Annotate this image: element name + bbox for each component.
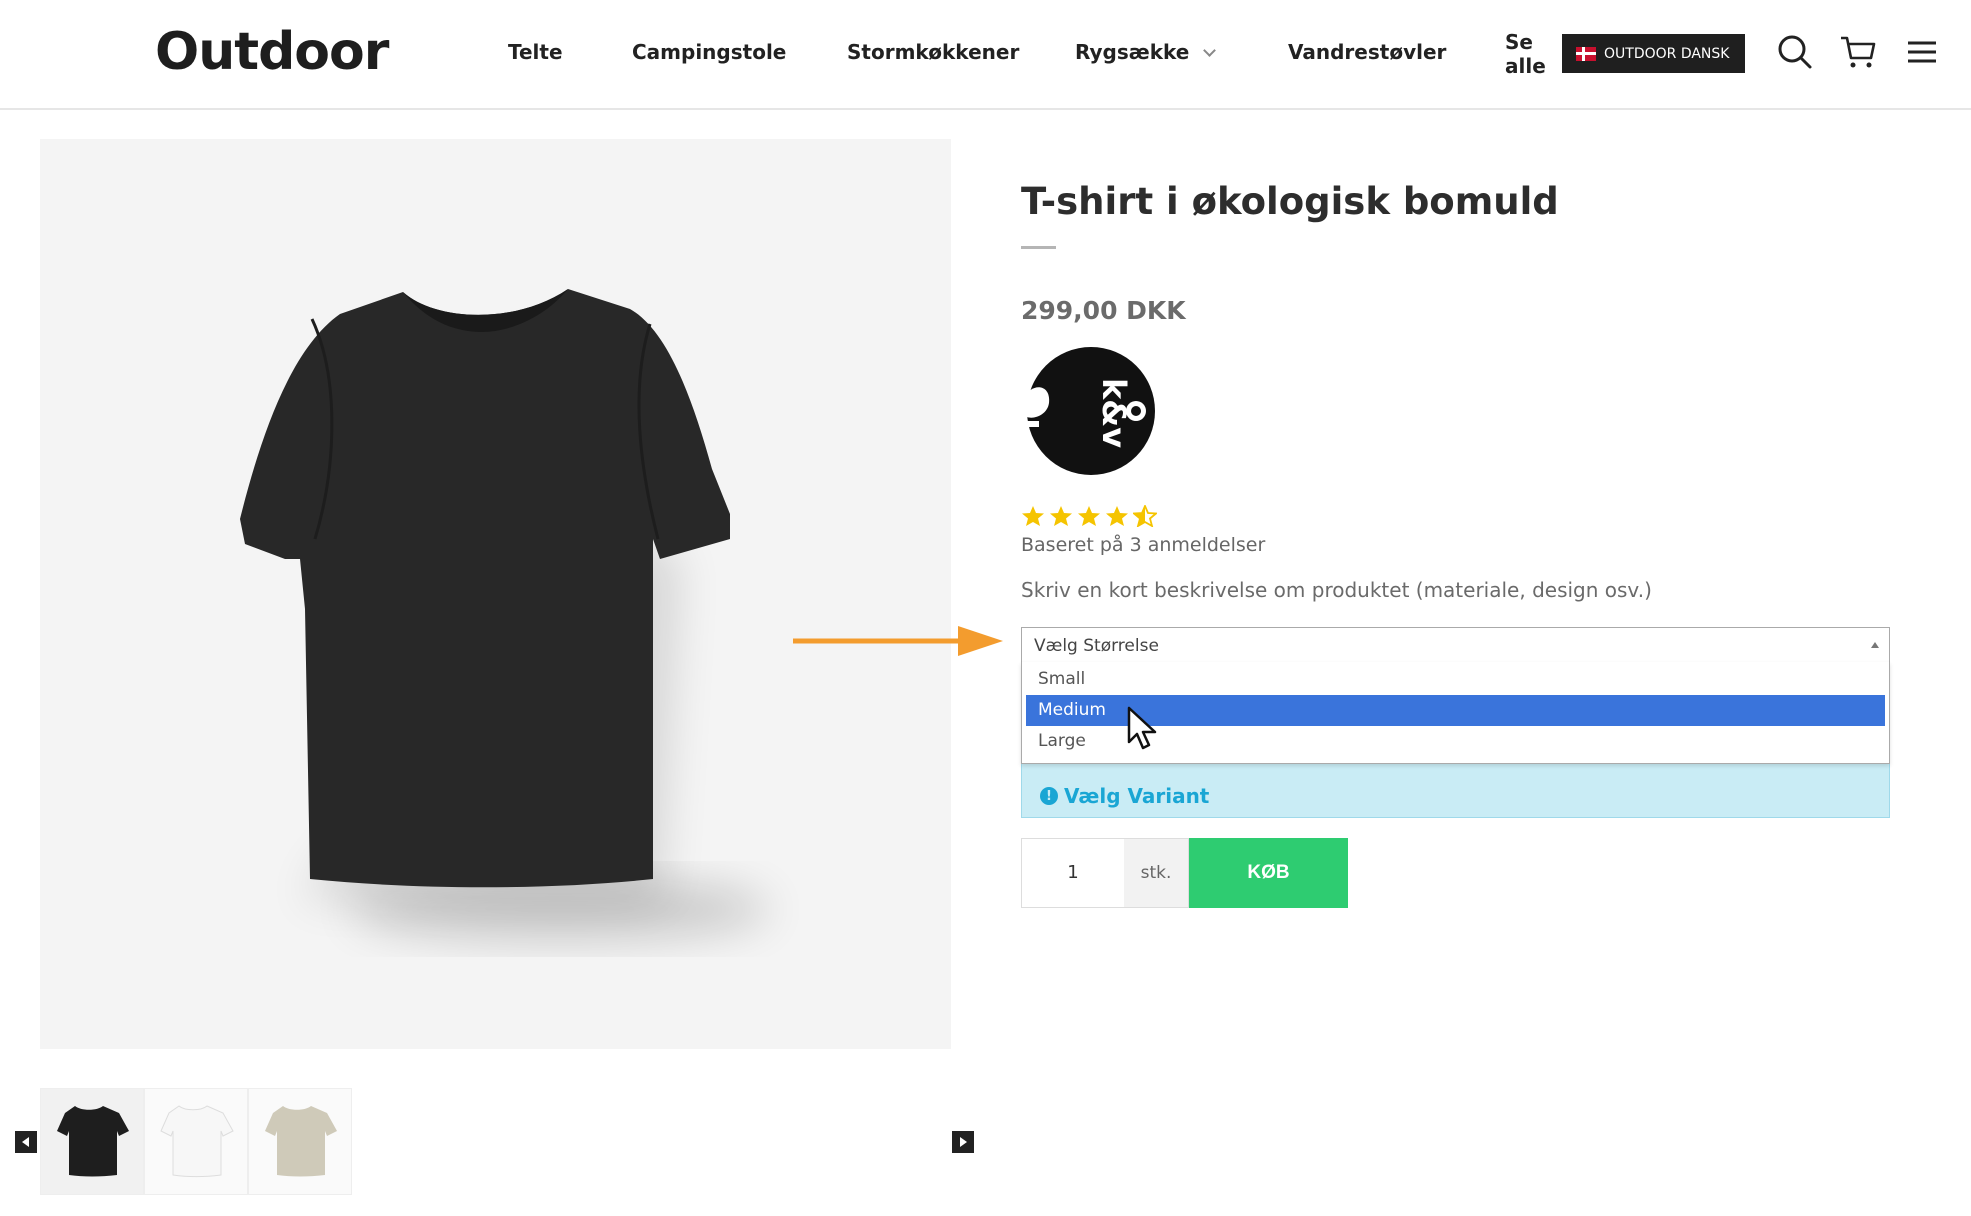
star-icon — [1050, 506, 1072, 526]
nav-item-vandrestovler[interactable]: Vandrestøvler — [1288, 40, 1446, 64]
nav-item-stormkokkener[interactable]: Stormkøkkener — [847, 40, 1019, 64]
language-button[interactable]: OUTDOOR DANSK — [1562, 34, 1745, 73]
search-icon[interactable] — [1775, 32, 1815, 72]
quantity-unit: stk. — [1124, 838, 1189, 908]
thumbnail-white[interactable] — [144, 1088, 248, 1195]
black-tshirt-image — [240, 289, 770, 939]
star-icon — [1022, 506, 1044, 526]
annotation-arrow-icon — [793, 626, 1003, 656]
quantity-input[interactable]: 1 — [1021, 838, 1125, 908]
chevron-down-icon — [1203, 44, 1217, 57]
nav-item-rygsaekke[interactable]: Rygsække — [1075, 40, 1217, 64]
black-tshirt-thumb — [57, 1106, 129, 1177]
danish-flag-icon — [1576, 46, 1596, 61]
white-tshirt-thumb — [160, 1105, 234, 1177]
thumbnail-black[interactable] — [40, 1088, 144, 1195]
size-select[interactable]: Vælg Størrelse — [1021, 627, 1890, 663]
title-divider — [1021, 246, 1056, 249]
thumbnail-prev-button[interactable] — [15, 1131, 37, 1153]
brand-logo: k&v — [1021, 347, 1155, 475]
nav-item-se-alle[interactable]: Se alle — [1505, 30, 1555, 78]
site-header: Outdoor Telte Campingstole Stormkøkkener… — [0, 0, 1971, 110]
rating-stars — [1021, 505, 1157, 527]
site-logo[interactable]: Outdoor — [155, 22, 389, 82]
nav-item-telte[interactable]: Telte — [508, 40, 563, 64]
size-option-small[interactable]: Small — [1026, 664, 1885, 695]
product-title: T-shirt i økologisk bomuld — [1021, 180, 1559, 223]
thumbnail-next-button[interactable] — [952, 1131, 974, 1153]
star-icon — [1078, 506, 1100, 526]
nav-item-campingstole[interactable]: Campingstole — [632, 40, 786, 64]
thumbnail-beige[interactable] — [248, 1088, 352, 1195]
nav-item-rygsaekke-label: Rygsække — [1075, 40, 1190, 64]
language-button-label: OUTDOOR DANSK — [1604, 45, 1730, 62]
cart-icon[interactable] — [1838, 32, 1878, 72]
product-main-image[interactable] — [40, 139, 951, 1049]
product-price: 299,00 DKK — [1021, 296, 1186, 325]
buy-button[interactable]: KØB — [1189, 838, 1348, 908]
mouse-cursor-icon — [1127, 706, 1157, 750]
thumbnail-strip — [40, 1088, 352, 1195]
product-description: Skriv en kort beskrivelse om produktet (… — [1021, 578, 1652, 602]
caret-up-icon — [1871, 642, 1879, 648]
reviews-count[interactable]: Baseret på 3 anmeldelser — [1021, 534, 1265, 556]
variant-alert-text: Vælg Variant — [1064, 784, 1210, 808]
star-icon — [1106, 506, 1128, 526]
half-star-icon — [1133, 505, 1157, 527]
info-icon: ! — [1040, 787, 1058, 805]
size-select-placeholder: Vælg Størrelse — [1034, 636, 1159, 656]
menu-icon[interactable] — [1902, 32, 1942, 72]
beige-tshirt-thumb — [265, 1106, 337, 1177]
